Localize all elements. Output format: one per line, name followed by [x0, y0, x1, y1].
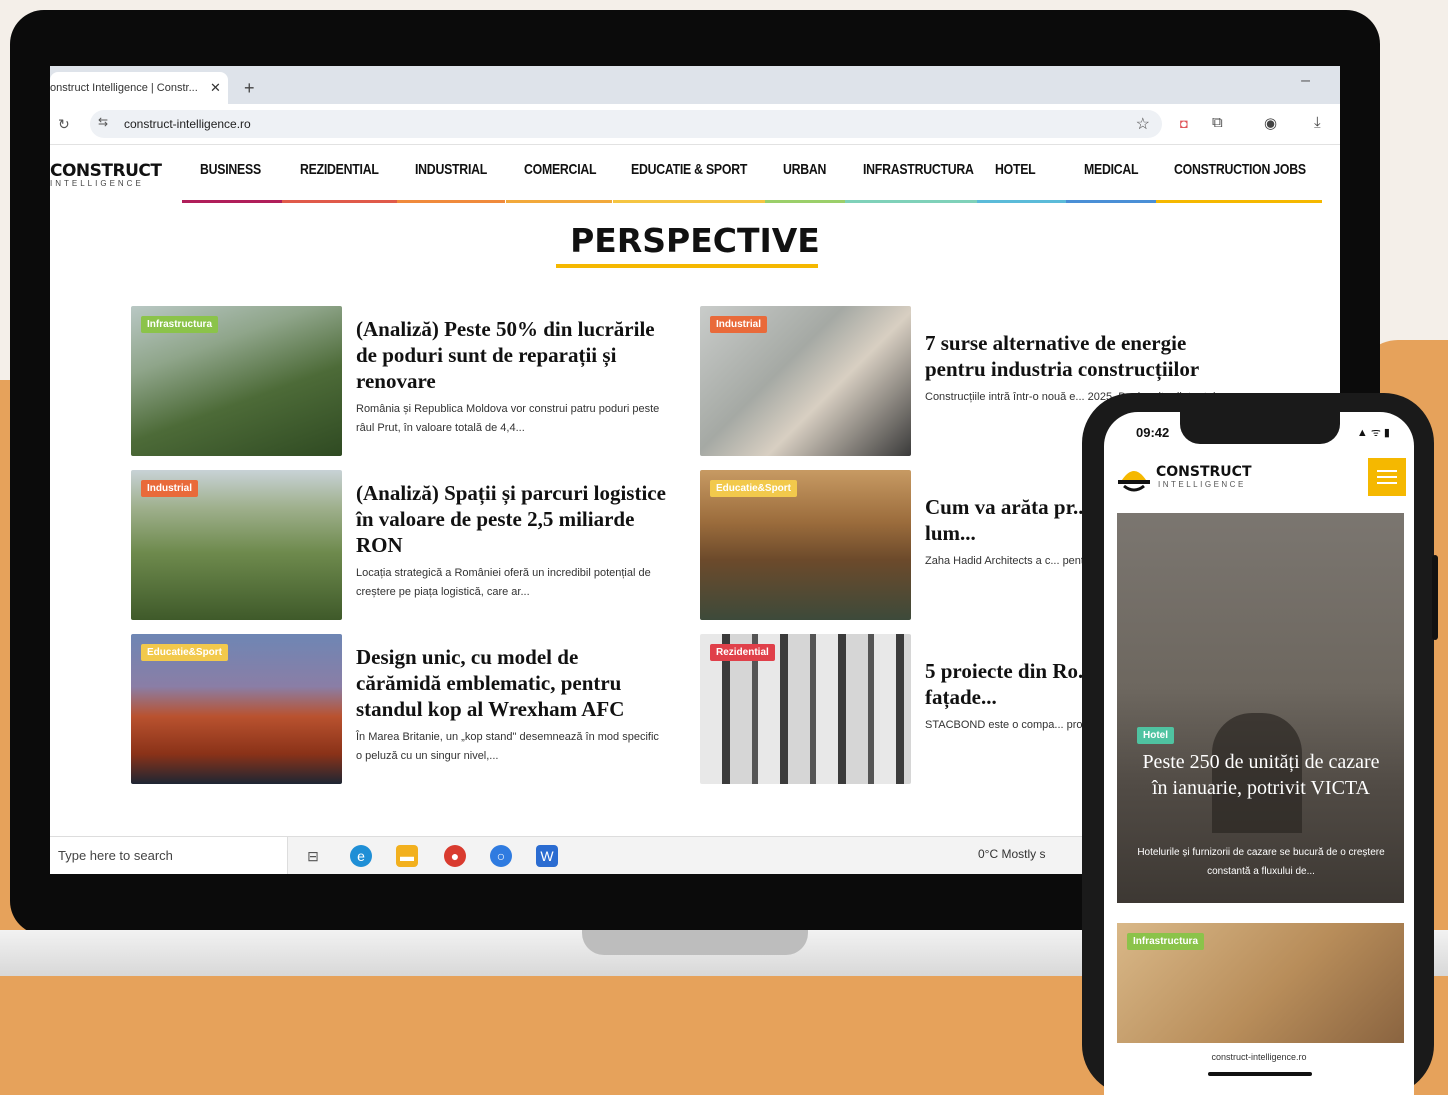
taskbar-search-input[interactable]: Type here to search: [50, 837, 288, 874]
nav-item-rezidential[interactable]: REZIDENTIAL: [300, 161, 379, 202]
status-time: 09:42: [1136, 425, 1170, 440]
logo-helmet-icon: [1118, 471, 1150, 492]
nav-item-educatie-sport[interactable]: EDUCATIE & SPORT: [631, 161, 747, 202]
nav-item-underline: [765, 200, 845, 203]
nav-item-infrastructura[interactable]: INFRASTRUCTURA: [863, 161, 974, 202]
extension-icon[interactable]: ◘: [1180, 116, 1188, 131]
article-image[interactable]: Infrastructura: [131, 306, 342, 456]
phone-side-button: [1432, 555, 1438, 640]
edge-icon[interactable]: e: [350, 845, 372, 867]
tab-title: onstruct Intelligence | Constr...: [50, 82, 198, 94]
nav-item-hotel[interactable]: HOTEL: [995, 161, 1036, 202]
article-image[interactable]: Educatie&Sport: [131, 634, 342, 784]
site-info-icon[interactable]: ⇆: [98, 115, 108, 129]
article-title[interactable]: (Analiză) Spații și parcuri logistice în…: [356, 480, 666, 558]
category-badge[interactable]: Rezidential: [710, 644, 775, 661]
browser-tabbar: onstruct Intelligence | Constr... ✕ + –: [50, 66, 1340, 104]
account-icon[interactable]: ◉: [1264, 114, 1277, 132]
site-logo-subtitle: INTELLIGENCE: [50, 179, 144, 188]
nav-item-underline: [397, 200, 505, 203]
article-excerpt: România și Republica Moldova vor constru…: [356, 403, 660, 434]
phone-logo-subtitle: INTELLIGENCE: [1158, 480, 1246, 489]
category-badge[interactable]: Industrial: [141, 480, 199, 497]
url-text[interactable]: construct-intelligence.ro: [124, 117, 251, 131]
phone-notch: [1180, 412, 1340, 444]
article-image[interactable]: Industrial: [131, 470, 342, 620]
category-badge[interactable]: Educatie&Sport: [710, 480, 798, 497]
featured-article[interactable]: Hotel Peste 250 de unități de cazare în …: [1117, 513, 1404, 903]
word-icon[interactable]: W: [536, 845, 558, 867]
nav-item-underline: [613, 200, 765, 203]
nav-item-urban[interactable]: URBAN: [783, 161, 826, 202]
nav-item-underline: [282, 200, 397, 203]
article-image[interactable]: Industrial: [700, 306, 911, 456]
article-image[interactable]: Educatie&Sport: [700, 470, 911, 620]
phone-url[interactable]: construct-intelligence.ro: [1104, 1052, 1414, 1062]
nav-item-business[interactable]: BUSINESS: [200, 161, 261, 202]
site-logo[interactable]: CONSTRUCT: [50, 161, 162, 181]
nav-item-underline: [1066, 200, 1156, 203]
close-tab-icon[interactable]: ✕: [210, 72, 221, 104]
nav-item-underline: [506, 200, 612, 203]
extensions-puzzle-icon[interactable]: ⧉: [1212, 114, 1223, 131]
article-image[interactable]: Rezidential: [700, 634, 911, 784]
task-view-icon[interactable]: ⊟: [302, 845, 324, 867]
browser-tab[interactable]: onstruct Intelligence | Constr... ✕: [50, 72, 228, 104]
browser-toolbar: ↻ ⇆ construct-intelligence.ro ☆: [50, 104, 1340, 145]
nav-item-underline: [1156, 200, 1322, 203]
nav-item-medical[interactable]: MEDICAL: [1084, 161, 1139, 202]
article-excerpt: În Marea Britanie, un „kop stand" desemn…: [356, 731, 659, 762]
download-icon[interactable]: ⤓: [1314, 114, 1321, 131]
category-badge[interactable]: Industrial: [710, 316, 768, 333]
article-excerpt: Locația strategică a României oferă un i…: [356, 567, 651, 598]
site-navigation: CONSTRUCT INTELLIGENCE BUSINESS REZIDENTI…: [50, 145, 1340, 203]
nav-item-underline: [182, 200, 282, 203]
hamburger-menu-button[interactable]: [1368, 458, 1406, 496]
nav-item-underline: [845, 200, 977, 203]
article-title[interactable]: Design unic, cu model de cărămidă emblem…: [356, 644, 666, 722]
app-icon[interactable]: ○: [490, 845, 512, 867]
minimize-icon[interactable]: –: [1301, 72, 1310, 90]
featured-article-title[interactable]: Peste 250 de unități de cazare în ianuar…: [1135, 749, 1387, 801]
category-badge[interactable]: Infrastructura: [141, 316, 219, 333]
address-bar[interactable]: ⇆ construct-intelligence.ro ☆: [90, 110, 1162, 138]
nav-item-comercial[interactable]: COMERCIAL: [524, 161, 597, 202]
chrome-icon[interactable]: ●: [444, 845, 466, 867]
article-title[interactable]: (Analiză) Peste 50% din lucrările de pod…: [356, 316, 666, 394]
article-title[interactable]: 7 surse alternative de energie pentru in…: [925, 330, 1235, 382]
file-explorer-icon[interactable]: ▬: [396, 845, 418, 867]
weather-widget[interactable]: 0°C Mostly s: [978, 847, 1045, 861]
category-badge[interactable]: Infrastructura: [1127, 933, 1205, 950]
nav-item-industrial[interactable]: INDUSTRIAL: [415, 161, 487, 202]
category-badge[interactable]: Educatie&Sport: [141, 644, 229, 661]
featured-article-excerpt: Hotelurile și furnizorii de cazare se bu…: [1137, 847, 1385, 877]
reload-icon[interactable]: ↻: [58, 116, 70, 133]
section-title: PERSPECTIVE: [570, 221, 820, 260]
new-tab-button[interactable]: +: [244, 72, 255, 104]
category-badge[interactable]: Hotel: [1137, 727, 1174, 744]
nav-item-construction-jobs[interactable]: CONSTRUCTION JOBS: [1174, 161, 1306, 202]
laptop-notch: [582, 930, 808, 955]
bookmark-star-icon[interactable]: ☆: [1136, 114, 1150, 134]
status-icons: ▲ ᯤ ▮: [1356, 427, 1390, 439]
home-indicator[interactable]: [1208, 1072, 1312, 1076]
phone-logo[interactable]: CONSTRUCT: [1156, 464, 1252, 480]
nav-item-underline: [977, 200, 1066, 203]
article-image[interactable]: Infrastructura: [1117, 923, 1404, 1043]
section-title-underline: [556, 264, 818, 268]
phone-screen: 09:42 ▲ ᯤ ▮ CONSTRUCT INTELLIGENCE Hotel…: [1104, 412, 1414, 1095]
